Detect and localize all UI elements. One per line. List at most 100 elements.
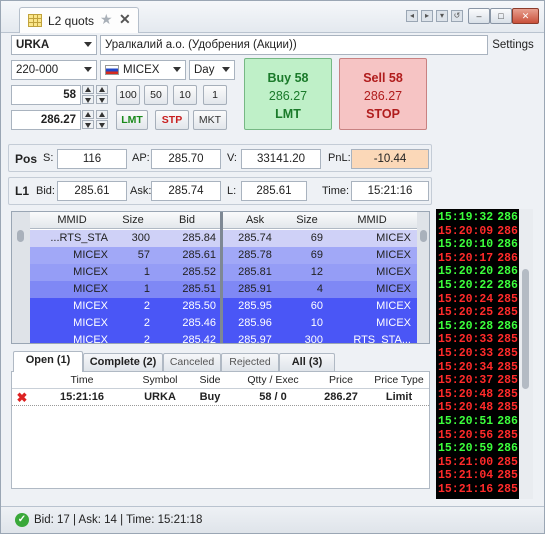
price-input[interactable]: 286.27 — [11, 110, 81, 130]
price-spinner-2[interactable] — [96, 110, 108, 130]
settings-button[interactable]: Settings — [489, 35, 537, 55]
header-mmid[interactable]: MMID — [32, 212, 112, 229]
level1-ask-value: 285.74 — [151, 181, 221, 201]
book-scroll-thumb-right[interactable] — [420, 230, 427, 242]
bid-size: 57 — [137, 249, 150, 261]
orders-header-side[interactable]: Side — [188, 372, 232, 389]
order-row[interactable]: ✖ 15:21:16 URKA Buy 58 / 0 286.27 Limit — [12, 389, 429, 406]
tape-scroll-thumb[interactable] — [522, 269, 529, 389]
tab-complete[interactable]: Complete (2) — [83, 353, 163, 371]
quantity-spinner[interactable] — [82, 85, 94, 105]
exchange-select[interactable]: MICEX — [100, 60, 186, 80]
tape-row: 15:20:37 285 — [438, 374, 518, 388]
buy-button[interactable]: Buy 58 286.27 LMT — [244, 58, 332, 130]
header-size-ask[interactable]: Size — [287, 212, 327, 229]
level1-time-label: Time: — [322, 185, 350, 197]
tape-price: 285 — [497, 455, 518, 469]
window-tab[interactable]: L2 quots ★ ✕ — [19, 7, 139, 33]
undo-icon[interactable]: ↺ — [451, 10, 463, 22]
orders-header-price-type[interactable]: Price Type — [368, 372, 430, 389]
book-scrollbar-right[interactable] — [417, 212, 429, 343]
ask-price: 285.96 — [238, 317, 272, 329]
position-ap-value: 285.70 — [151, 149, 221, 169]
tape-scrollbar[interactable] — [519, 209, 533, 499]
tape-row: 15:20:56 285 — [438, 429, 518, 443]
book-scrollbar-left[interactable] — [12, 212, 30, 343]
ask-size: 10 — [310, 317, 323, 329]
tape-time: 15:20:20 — [438, 265, 494, 279]
mkt-button[interactable]: MKT — [193, 110, 227, 130]
tab-all[interactable]: All (3) — [279, 353, 335, 371]
orders-tabs: Open (1) Complete (2) Canceled Rejected … — [11, 351, 430, 372]
position-label: Pos — [15, 152, 38, 166]
arrow-left-icon[interactable]: ◂ — [406, 10, 418, 22]
orders-header-price[interactable]: Price — [314, 372, 368, 389]
ask-price: 285.95 — [238, 300, 272, 312]
close-window-button[interactable]: ✕ — [512, 8, 539, 24]
book-row[interactable]: MICEX 2 285.50 285.95 60 MICEX — [30, 298, 417, 315]
header-size[interactable]: Size — [112, 212, 154, 229]
header-mmid-ask[interactable]: MMID — [327, 212, 417, 229]
symbol-description: Уралкалий а.о. (Удобрения (Акции)) — [100, 35, 488, 55]
qty-preset-10-button[interactable]: 10 — [173, 85, 197, 105]
tape-row: 15:19:32 286 — [438, 211, 518, 225]
tape-row: 15:20:59 286 — [438, 442, 518, 456]
quantity-spinner-2[interactable] — [96, 85, 108, 105]
tab-rejected[interactable]: Rejected — [221, 353, 279, 371]
lmt-button[interactable]: LMT — [116, 110, 148, 130]
orders-header-time[interactable]: Time — [32, 372, 132, 389]
order-book: MMID Size Bid Ask Size MMID ...RTS_STA 30… — [11, 211, 430, 344]
position-v-value: 33141.20 — [241, 149, 321, 169]
book-row[interactable]: MICEX 57 285.61 285.78 69 MICEX — [30, 247, 417, 264]
book-row[interactable]: MICEX 1 285.52 285.81 12 MICEX — [30, 264, 417, 281]
order-time: 15:21:16 — [59, 391, 105, 403]
cancel-order-icon[interactable]: ✖ — [14, 389, 30, 406]
arrow-down-icon[interactable]: ▾ — [436, 10, 448, 22]
tape-time: 15:20:22 — [438, 279, 494, 292]
tape-row: 15:20:28 286 — [438, 320, 518, 334]
qty-preset-100-button[interactable]: 100 — [116, 85, 140, 105]
star-icon[interactable]: ★ — [100, 11, 113, 28]
exchange-value: MICEX — [123, 64, 160, 76]
maximize-button[interactable]: □ — [490, 8, 512, 24]
qty-preset-50-button[interactable]: 50 — [144, 85, 168, 105]
tape-row: 15:21:00 285 — [438, 456, 518, 470]
orders-header-qty[interactable]: Qtty / Exec — [232, 372, 314, 389]
minimize-button[interactable]: – — [468, 8, 490, 24]
tab-canceled[interactable]: Canceled — [163, 353, 221, 371]
tab-open[interactable]: Open (1) — [13, 351, 83, 372]
header-ask[interactable]: Ask — [223, 212, 287, 229]
close-tab-icon[interactable]: ✕ — [119, 11, 131, 28]
tape-time: 15:20:10 — [438, 238, 494, 252]
bid-mmid: MICEX — [73, 266, 108, 278]
orders-grid: Time Symbol Side Qtty / Exec Price Price… — [11, 371, 430, 489]
book-row[interactable]: MICEX 1 285.51 285.91 4 MICEX — [30, 281, 417, 298]
status-bar: ✓ Bid: 17 | Ask: 14 | Time: 15:21:18 — [1, 506, 544, 533]
book-row[interactable]: MICEX 2 285.46 285.96 10 MICEX — [30, 315, 417, 332]
tape-time: 15:21:16 — [438, 483, 494, 496]
book-row[interactable]: ...RTS_STA 300 285.84 285.74 69 MICEX — [30, 230, 417, 247]
book-row[interactable]: MICEX 2 285.42 285.97 300 RTS_STA... — [30, 332, 417, 344]
sell-button[interactable]: Sell 58 286.27 STOP — [339, 58, 427, 130]
ask-size: 60 — [310, 300, 323, 312]
price-spinner[interactable] — [82, 110, 94, 130]
stp-button[interactable]: STP — [155, 110, 189, 130]
duration-select[interactable]: Day — [189, 60, 235, 80]
bid-size: 2 — [143, 300, 150, 312]
symbol-select[interactable]: URKA — [11, 35, 97, 55]
level1-time-value: 15:21:16 — [351, 181, 429, 201]
arrow-right-icon[interactable]: ▸ — [421, 10, 433, 22]
account-select[interactable]: 220-000 — [11, 60, 97, 80]
bid-price: 285.42 — [182, 334, 216, 344]
ask-price: 285.81 — [238, 266, 272, 278]
header-bid[interactable]: Bid — [154, 212, 220, 229]
tape-row: 15:20:34 285 — [438, 361, 518, 375]
book-scroll-thumb-left[interactable] — [17, 230, 24, 242]
book-splitter[interactable] — [220, 212, 223, 343]
qty-preset-1-button[interactable]: 1 — [203, 85, 227, 105]
orders-header-symbol[interactable]: Symbol — [132, 372, 188, 389]
ask-mmid: MICEX — [376, 266, 411, 278]
ask-mmid: RTS_STA... — [353, 334, 411, 344]
quantity-input[interactable]: 58 — [11, 85, 81, 105]
position-ap-label: AP: — [132, 152, 150, 164]
